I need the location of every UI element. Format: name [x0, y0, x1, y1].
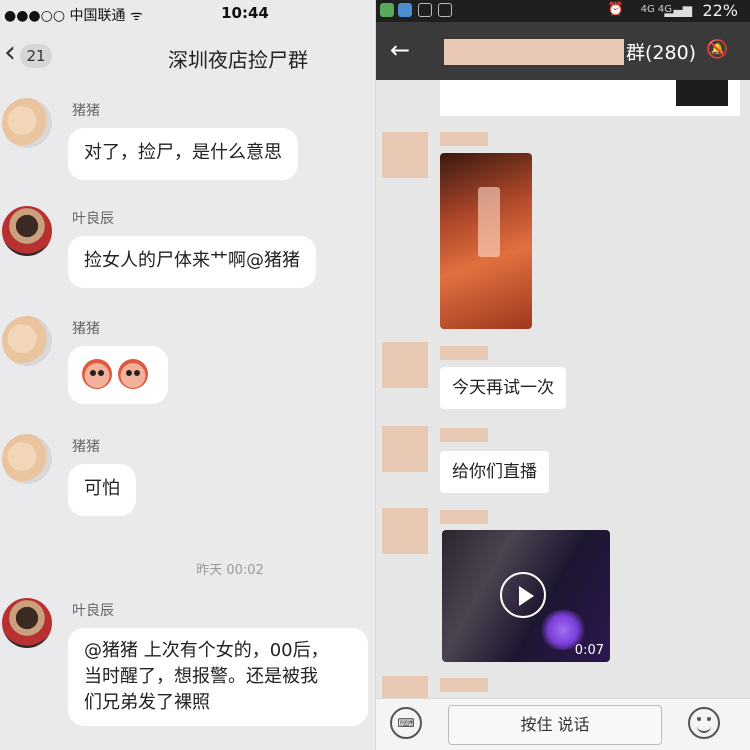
app-notification-icon	[398, 3, 412, 17]
shocked-emoji-icon	[82, 359, 112, 389]
qq-chat-screen: ●●●○○ 中国联通 ᯤ 10:44 ‹ 21 深圳夜店捡尸群 猪猪 对了，捡尸…	[0, 0, 376, 750]
redacted-avatar[interactable]	[382, 508, 428, 554]
redacted-name	[440, 346, 488, 360]
battery-level: 22%	[702, 1, 738, 20]
input-bar: ⌨ 按住 说话	[376, 698, 750, 750]
group-title: 群(280)	[626, 42, 697, 64]
time-separator: 昨天 00:02	[196, 563, 264, 578]
status-time: 10:44	[221, 4, 269, 22]
redacted-group-name	[444, 39, 624, 65]
message-bubble[interactable]: 今天再试一次	[440, 367, 566, 409]
image-message[interactable]	[440, 153, 532, 329]
redacted-avatar[interactable]	[382, 132, 428, 178]
emoji-smile-icon[interactable]	[688, 707, 720, 739]
message-bubble[interactable]: 给你们直播	[440, 451, 549, 493]
app-notification-icon	[380, 3, 394, 17]
shared-link-card[interactable]	[440, 80, 740, 116]
redacted-name	[440, 510, 488, 524]
keyboard-icon[interactable]: ⌨	[390, 707, 422, 739]
shocked-emoji-icon	[118, 359, 148, 389]
message-bubble[interactable]: 捡女人的尸体来艹啊@猪猪	[68, 236, 316, 288]
avatar[interactable]	[2, 434, 52, 484]
wechat-chat-screen: ⏰ 4G 4G ▂▄▆ 22% ← 群(280) 🔕 今天再试一次 给你们直播 …	[376, 0, 750, 750]
hold-to-talk-button[interactable]: 按住 说话	[448, 705, 662, 745]
gallery-icon	[418, 3, 432, 17]
card-thumbnail	[676, 80, 728, 106]
chat-header: ← 群(280) 🔕	[376, 22, 750, 80]
redacted-name	[440, 678, 488, 692]
sender-name: 叶良辰	[72, 211, 114, 227]
avatar[interactable]	[2, 206, 52, 256]
sender-name: 猪猪	[72, 103, 100, 119]
mute-bell-icon: 🔕	[706, 39, 729, 60]
redacted-name	[440, 132, 488, 146]
android-status-bar: ⏰ 4G 4G ▂▄▆ 22%	[376, 0, 750, 22]
chat-title: 深圳夜店捡尸群	[168, 48, 308, 72]
redacted-avatar[interactable]	[382, 676, 428, 698]
avatar[interactable]	[2, 598, 52, 648]
play-icon[interactable]	[500, 572, 546, 618]
alarm-icon: ⏰	[607, 2, 624, 17]
emoji-bubble[interactable]	[68, 346, 168, 404]
avatar[interactable]	[2, 98, 52, 148]
message-bubble[interactable]: 可怕	[68, 464, 136, 516]
redacted-avatar[interactable]	[382, 426, 428, 472]
redacted-avatar[interactable]	[382, 342, 428, 388]
back-arrow-icon[interactable]: ←	[390, 36, 410, 64]
sender-name: 叶良辰	[72, 603, 114, 619]
signal-bars-icon: ▂▄▆	[664, 3, 692, 17]
redacted-name	[440, 428, 488, 442]
mail-icon	[438, 3, 452, 17]
avatar[interactable]	[2, 316, 52, 366]
message-bubble[interactable]: @猪猪 上次有个女的，00后， 当时醒了，想报警。还是被我 们兄弟发了裸照	[68, 628, 368, 726]
video-message[interactable]: 0:07	[442, 530, 610, 662]
ios-status-bar: ●●●○○ 中国联通 ᯤ 10:44	[0, 0, 376, 26]
message-bubble[interactable]: 对了，捡尸，是什么意思	[68, 128, 298, 180]
sender-name: 猪猪	[72, 439, 100, 455]
video-duration: 0:07	[574, 643, 604, 658]
sender-name: 猪猪	[72, 321, 100, 337]
